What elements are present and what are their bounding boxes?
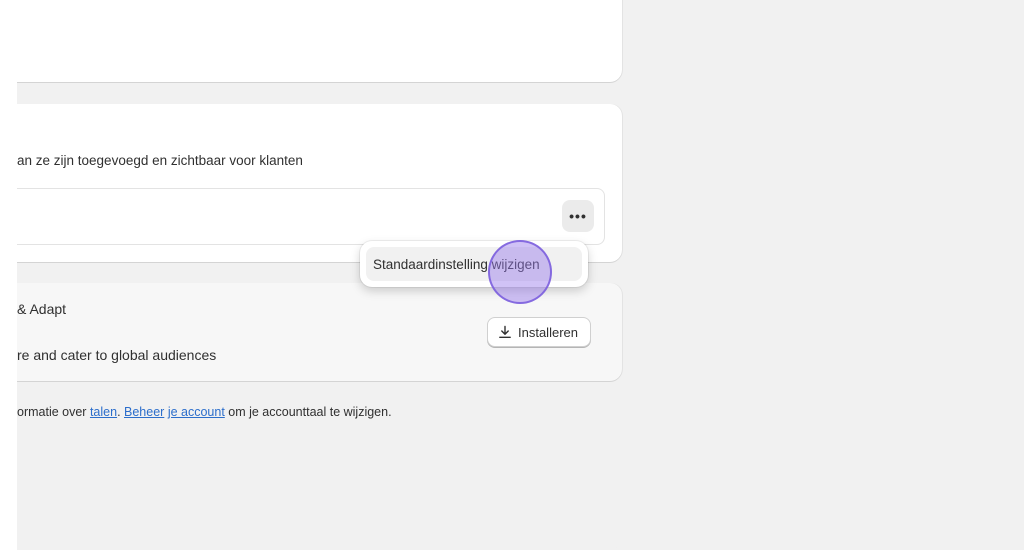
settings-card-top: [17, 0, 622, 82]
languages-card: an ze zijn toegevoegd en zichtbaar voor …: [17, 104, 622, 262]
footer-separator: .: [117, 405, 125, 419]
install-button-label: Installeren: [518, 324, 578, 340]
footer-text-start: ormatie over: [17, 405, 90, 419]
install-button[interactable]: Installeren: [487, 317, 591, 347]
download-icon: [498, 325, 512, 339]
more-actions-button[interactable]: •••: [562, 200, 594, 232]
account-link[interactable]: je account: [168, 405, 225, 419]
actions-popover: Standaardinstelling wijzigen: [360, 241, 588, 287]
footer-note: ormatie over talen. Beheer je account om…: [17, 405, 392, 419]
footer-text-end: om je accounttaal te wijzigen.: [224, 405, 392, 419]
language-row: •••: [17, 188, 605, 245]
app-description: re and cater to global audiences: [17, 347, 217, 363]
app-title: & Adapt: [17, 301, 67, 317]
translate-app-card: & Adapt re and cater to global audiences…: [17, 283, 622, 381]
languages-link[interactable]: talen: [90, 405, 117, 419]
sidebar-edge: [0, 0, 17, 550]
manage-link[interactable]: Beheer: [124, 405, 164, 419]
languages-description: an ze zijn toegevoegd en zichtbaar voor …: [17, 153, 303, 168]
ellipsis-icon: •••: [569, 208, 587, 224]
change-default-menu-item[interactable]: Standaardinstelling wijzigen: [366, 247, 582, 281]
